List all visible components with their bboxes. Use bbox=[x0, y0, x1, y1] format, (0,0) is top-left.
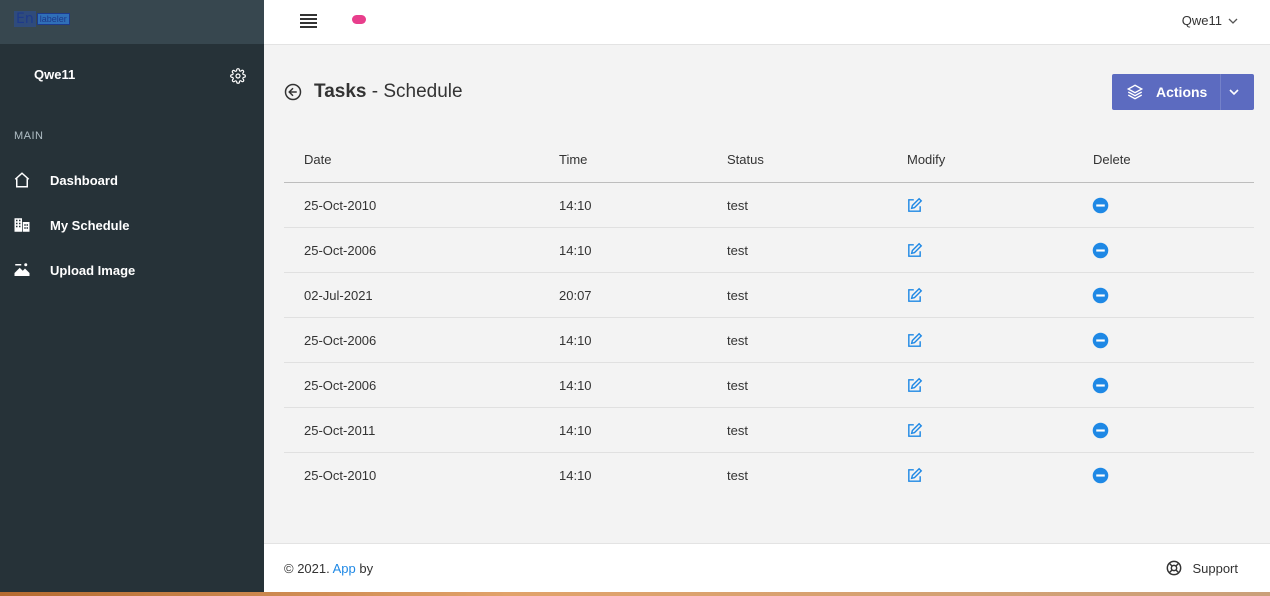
sidebar-item-dashboard[interactable]: Dashboard bbox=[0, 168, 264, 192]
cell-time: 14:10 bbox=[559, 423, 592, 438]
sidebar-item-label: Upload Image bbox=[50, 262, 136, 278]
table-row: 25-Oct-2006 14:10 test bbox=[284, 318, 1254, 363]
cell-date: 25-Oct-2010 bbox=[304, 468, 377, 483]
nav-section-label: MAIN bbox=[14, 130, 44, 142]
layers-icon bbox=[1126, 84, 1144, 100]
sidebar-item-my-schedule[interactable]: My Schedule bbox=[0, 213, 264, 237]
table-header: Date Time Status Modify Delete bbox=[284, 138, 1254, 183]
table-body: 25-Oct-2010 14:10 test 25-Oct-2006 14:10 test… bbox=[284, 183, 1254, 498]
app-logo[interactable]: En labeler bbox=[14, 11, 70, 27]
cell-time: 14:10 bbox=[559, 198, 592, 213]
remove-icon[interactable] bbox=[1092, 467, 1109, 484]
cell-date: 25-Oct-2011 bbox=[304, 423, 376, 438]
page-title: Tasks - Schedule bbox=[314, 81, 463, 103]
actions-divider bbox=[1220, 74, 1221, 110]
chevron-down-icon[interactable] bbox=[1228, 86, 1240, 98]
column-header-delete: Delete bbox=[1093, 152, 1131, 167]
back-arrow-icon[interactable] bbox=[284, 83, 302, 101]
edit-icon[interactable] bbox=[906, 377, 923, 394]
cell-time: 14:10 bbox=[559, 468, 592, 483]
home-icon bbox=[14, 172, 30, 188]
schedule-table: Date Time Status Modify Delete 25-Oct-20… bbox=[284, 138, 1254, 498]
table-row: 25-Oct-2006 14:10 test bbox=[284, 228, 1254, 273]
logo-text: labeler bbox=[36, 13, 70, 25]
lifebuoy-icon bbox=[1167, 560, 1182, 576]
cell-status: test bbox=[727, 378, 748, 393]
cell-status: test bbox=[727, 423, 748, 438]
logo-bar: En labeler bbox=[0, 0, 264, 44]
column-header-date: Date bbox=[304, 152, 332, 167]
cell-date: 25-Oct-2006 bbox=[304, 243, 377, 258]
edit-icon[interactable] bbox=[906, 197, 923, 214]
status-pill bbox=[352, 15, 366, 24]
copyright-suffix: by bbox=[355, 561, 374, 576]
remove-icon[interactable] bbox=[1092, 287, 1109, 304]
bottom-strip bbox=[0, 592, 1270, 596]
user-menu[interactable]: Qwe11 bbox=[1182, 13, 1238, 28]
table-row: 02-Jul-2021 20:07 test bbox=[284, 273, 1254, 318]
cell-status: test bbox=[727, 333, 748, 348]
cell-status: test bbox=[727, 243, 748, 258]
cell-time: 20:07 bbox=[559, 288, 592, 303]
column-header-modify: Modify bbox=[907, 152, 946, 167]
actions-button-label: Actions bbox=[1156, 84, 1208, 100]
edit-icon[interactable] bbox=[906, 467, 923, 484]
app-link[interactable]: App bbox=[333, 561, 356, 576]
building-icon bbox=[14, 218, 30, 232]
cell-status: test bbox=[727, 288, 748, 303]
support-link[interactable]: Support bbox=[1166, 560, 1238, 576]
support-label: Support bbox=[1192, 560, 1238, 576]
remove-icon[interactable] bbox=[1092, 422, 1109, 439]
table-row: 25-Oct-2011 14:10 test bbox=[284, 408, 1254, 453]
edit-icon[interactable] bbox=[906, 422, 923, 439]
chevron-down-icon bbox=[1228, 18, 1238, 24]
sidebar-user-name: Qwe11 bbox=[34, 67, 76, 82]
remove-icon[interactable] bbox=[1092, 332, 1109, 349]
page-header: Tasks - Schedule bbox=[284, 78, 463, 106]
edit-icon[interactable] bbox=[906, 287, 923, 304]
gear-icon[interactable] bbox=[230, 68, 246, 84]
cell-status: test bbox=[727, 198, 748, 213]
cell-date: 25-Oct-2010 bbox=[304, 198, 377, 213]
table-row: 25-Oct-2010 14:10 test bbox=[284, 453, 1254, 498]
remove-icon[interactable] bbox=[1092, 197, 1109, 214]
sidebar: En labeler Qwe11 MAIN Dashboard My Sched… bbox=[0, 0, 264, 596]
sidebar-item-upload-image[interactable]: Upload Image bbox=[0, 258, 264, 282]
table-row: 25-Oct-2006 14:10 test bbox=[284, 363, 1254, 408]
remove-icon[interactable] bbox=[1092, 242, 1109, 259]
cell-date: 25-Oct-2006 bbox=[304, 378, 377, 393]
page-title-sub: - Schedule bbox=[366, 81, 463, 102]
cell-time: 14:10 bbox=[559, 243, 592, 258]
column-header-time: Time bbox=[559, 152, 588, 167]
top-bar: Qwe11 bbox=[264, 0, 1270, 45]
table-row: 25-Oct-2010 14:10 test bbox=[284, 183, 1254, 228]
edit-icon[interactable] bbox=[906, 242, 923, 259]
sidebar-item-label: Dashboard bbox=[50, 172, 118, 188]
cell-date: 02-Jul-2021 bbox=[304, 288, 373, 303]
cell-time: 14:10 bbox=[559, 378, 592, 393]
top-user-name: Qwe11 bbox=[1181, 13, 1222, 28]
copyright-prefix: © 2021. bbox=[284, 561, 333, 576]
remove-icon[interactable] bbox=[1092, 377, 1109, 394]
hamburger-menu-icon[interactable] bbox=[300, 14, 317, 28]
page-title-main: Tasks bbox=[314, 81, 367, 102]
sidebar-item-label: My Schedule bbox=[50, 217, 130, 233]
copyright-text: © 2021. App by bbox=[284, 561, 373, 576]
sidebar-user: Qwe11 bbox=[34, 66, 246, 86]
cell-status: test bbox=[727, 468, 748, 483]
upload-image-icon bbox=[14, 263, 30, 276]
edit-icon[interactable] bbox=[906, 332, 923, 349]
footer: © 2021. App by Support bbox=[264, 543, 1270, 596]
column-header-status: Status bbox=[727, 152, 764, 167]
cell-time: 14:10 bbox=[559, 333, 592, 348]
logo-mark: En bbox=[14, 11, 36, 27]
actions-button[interactable]: Actions bbox=[1112, 74, 1254, 110]
cell-date: 25-Oct-2006 bbox=[304, 333, 377, 348]
